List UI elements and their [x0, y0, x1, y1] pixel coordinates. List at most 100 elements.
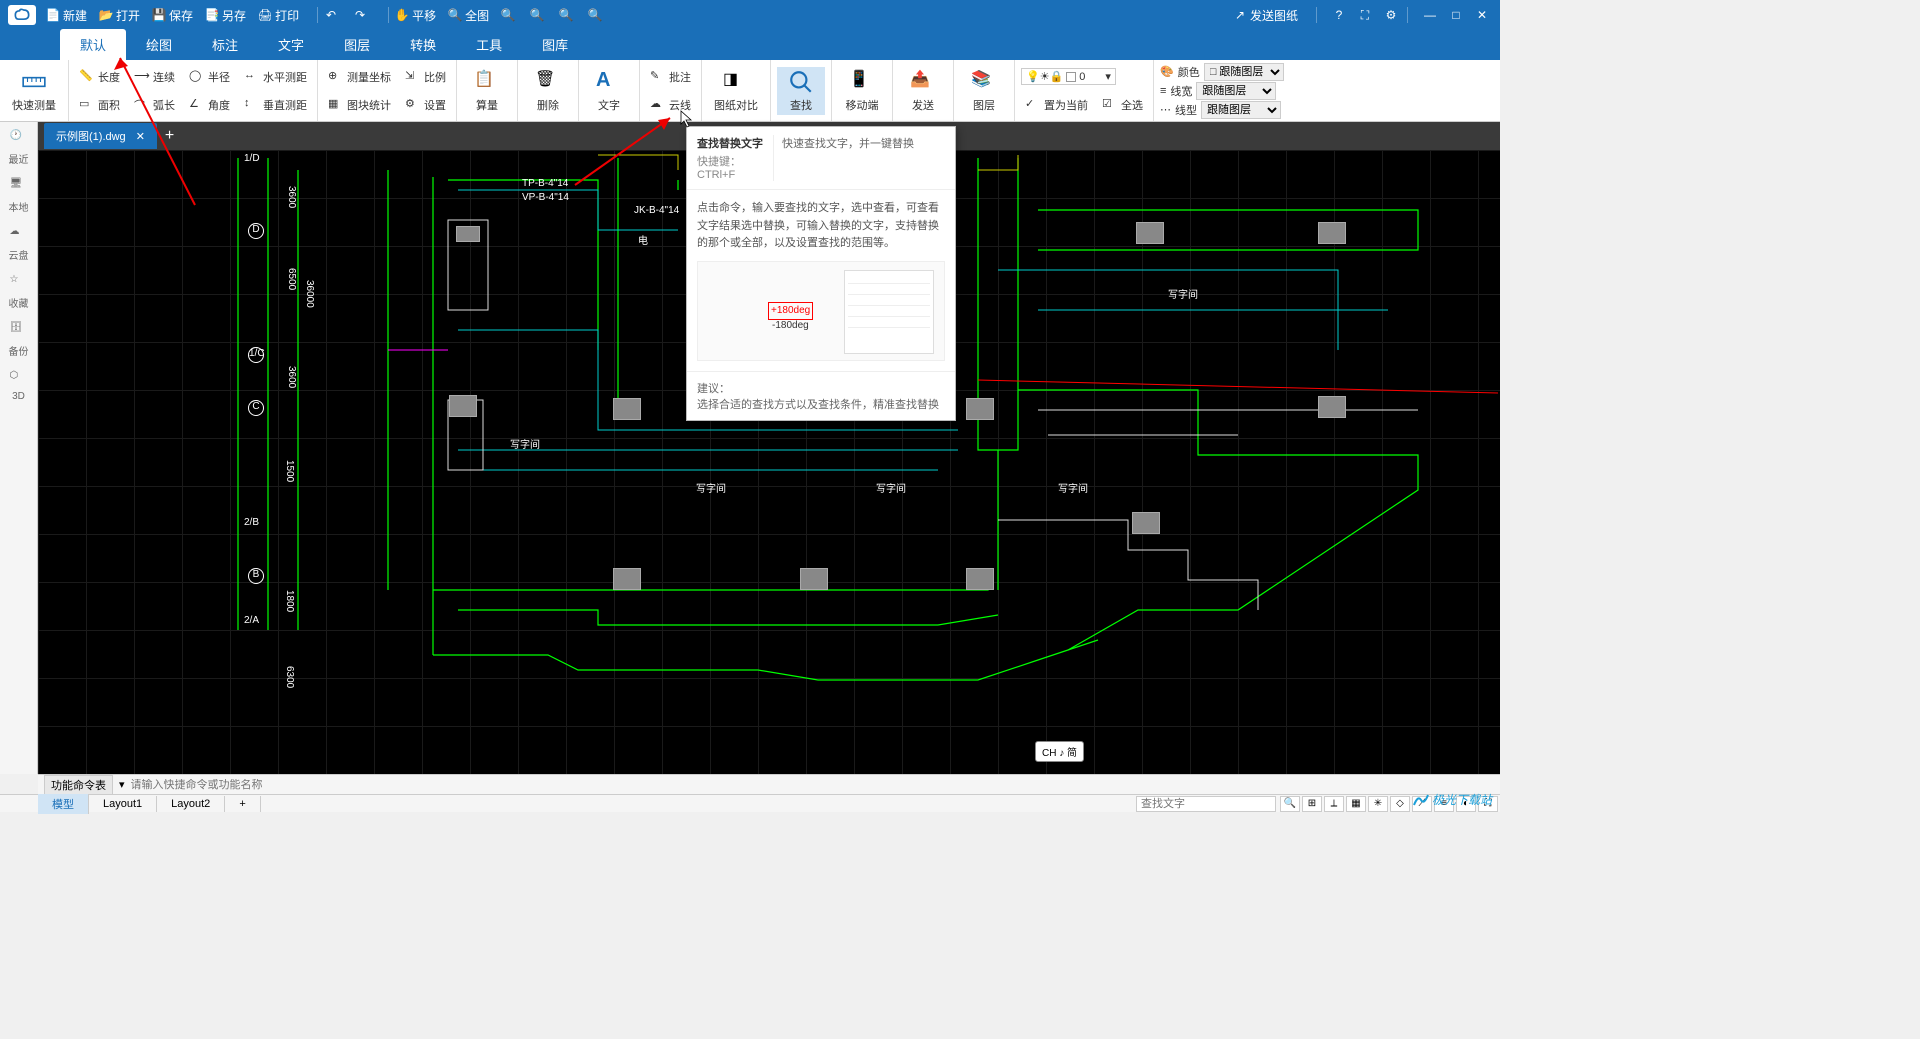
find-button[interactable]: 查找: [777, 67, 825, 115]
layout-tab-2[interactable]: Layout2: [157, 796, 225, 812]
send-drawing-button[interactable]: ↗发送图纸: [1233, 7, 1298, 24]
status-osnap-button[interactable]: ◇: [1390, 796, 1410, 812]
open-button[interactable]: 📂打开: [99, 7, 140, 24]
tooltip-preview: +180deg -180deg: [697, 261, 945, 361]
delete-button[interactable]: 🗑删除: [524, 67, 572, 115]
settings-button[interactable]: ⚙: [1381, 5, 1401, 25]
block-stat-button[interactable]: ▦图块统计: [324, 95, 395, 115]
sidebar-item-backup[interactable]: 🗄备份: [9, 322, 29, 358]
tab-library[interactable]: 图库: [522, 29, 588, 60]
title-bar: 📄新建 📂打开 💾保存 📑另存 🖨打印 ↶ ↷ ✋平移 🔍全图 🔍 🔍 🔍 🔍 …: [0, 0, 1500, 30]
block-icon: ▦: [328, 97, 344, 113]
zoom-out-button[interactable]: 🔍: [530, 8, 547, 22]
side-panel: 🕐最近 🖥本地 ☁云盘 ☆收藏 🗄备份 ⬡3D: [0, 122, 38, 774]
status-snap-button[interactable]: ⊞: [1302, 796, 1322, 812]
select-all-icon: ☑: [1102, 97, 1118, 113]
settings-button[interactable]: ⚙设置: [401, 95, 450, 115]
tab-tools[interactable]: 工具: [456, 29, 522, 60]
zoom-in-button[interactable]: 🔍: [501, 8, 518, 22]
minimize-button[interactable]: —: [1420, 5, 1440, 25]
saveas-button[interactable]: 📑另存: [205, 7, 246, 24]
sidebar-item-recent[interactable]: 🕐最近: [9, 130, 29, 166]
calc-button[interactable]: 📋算量: [463, 67, 511, 115]
mobile-icon: 📱: [849, 69, 875, 95]
column-box: [613, 568, 641, 590]
status-search-button[interactable]: 🔍: [1280, 796, 1300, 812]
set-current-button[interactable]: ✓置为当前: [1021, 95, 1092, 115]
sidebar-item-3d[interactable]: ⬡3D: [10, 370, 28, 402]
status-ortho-button[interactable]: ⟂: [1324, 796, 1344, 812]
tab-layer[interactable]: 图层: [324, 29, 390, 60]
ime-indicator[interactable]: CH ♪ 简: [1035, 741, 1084, 762]
scale-button[interactable]: ⇲比例: [401, 67, 450, 87]
room-label: 写字间: [696, 480, 726, 495]
layout-tab-1[interactable]: Layout1: [89, 796, 157, 812]
preview-deg2: -180deg: [772, 318, 809, 334]
vdist-button[interactable]: ↕垂直测距: [240, 95, 311, 115]
compare-icon: ◨: [723, 69, 749, 95]
status-search-input[interactable]: [1136, 796, 1276, 812]
lineweight-label: 线宽: [1170, 83, 1192, 99]
new-button[interactable]: 📄新建: [46, 7, 87, 24]
tab-text[interactable]: 文字: [258, 29, 324, 60]
ribbon: 快速测量 📏长度 ⟶连续 ◯半径 ↔水平测距 ▭面积 ⌒弧长 ∠角度 ↕垂直测距…: [0, 60, 1500, 122]
help-button[interactable]: ?: [1329, 5, 1349, 25]
text-button[interactable]: A文字: [585, 67, 633, 115]
zoom-window-button[interactable]: 🔍: [559, 8, 576, 22]
compare-button[interactable]: ◨图纸对比: [708, 67, 764, 115]
fullscreen-button[interactable]: ⛶: [1355, 5, 1375, 25]
cube-icon: ⬡: [10, 370, 28, 388]
zoom-reset-button[interactable]: 🔍: [588, 8, 605, 22]
gear-icon: ⚙: [405, 97, 421, 113]
label-jk: JK-B-4"14: [634, 205, 679, 216]
color-select[interactable]: □ 跟随图层: [1204, 63, 1284, 81]
send-button[interactable]: 📤发送: [899, 67, 947, 115]
tab-annotate[interactable]: 标注: [192, 29, 258, 60]
undo-icon: ↶: [324, 8, 338, 22]
bulb-icon: 💡: [1026, 70, 1040, 83]
tab-convert[interactable]: 转换: [390, 29, 456, 60]
close-button[interactable]: ✕: [1472, 5, 1492, 25]
redo-icon: ↷: [353, 8, 367, 22]
dim-label: 3600: [286, 366, 297, 388]
pan-button[interactable]: ✋平移: [395, 7, 436, 24]
mobile-button[interactable]: 📱移动端: [838, 67, 886, 115]
save-button[interactable]: 💾保存: [152, 7, 193, 24]
sidebar-item-local[interactable]: 🖥本地: [9, 178, 29, 214]
cloud-icon: ☁: [10, 226, 28, 244]
select-all-button[interactable]: ☑全选: [1098, 95, 1147, 115]
column-box: [1132, 512, 1160, 534]
layout-tab-model[interactable]: 模型: [38, 794, 89, 814]
status-bar: 模型 Layout1 Layout2 + 🔍 ⊞ ⟂ ▦ ✳ ◇ ⟋ ≡ ◐ ⛶: [0, 794, 1500, 812]
find-tooltip: 查找替换文字 快捷键：CTRl+F 快速查找文字，并一键替换 点击命令，输入要查…: [686, 126, 956, 421]
set-current-icon: ✓: [1025, 97, 1041, 113]
undo-button[interactable]: ↶: [324, 8, 341, 22]
minimize-icon: —: [1424, 8, 1436, 22]
status-grid-button[interactable]: ▦: [1346, 796, 1366, 812]
layer-state[interactable]: 💡☀🔒0▾: [1021, 68, 1116, 85]
annotation-arrow: [110, 50, 200, 215]
redo-button[interactable]: ↷: [353, 8, 370, 22]
annotate-button[interactable]: ✎批注: [646, 67, 695, 87]
layout-tab-add[interactable]: +: [225, 796, 260, 812]
command-input[interactable]: [131, 779, 431, 791]
sidebar-item-cloud[interactable]: ☁云盘: [9, 226, 29, 262]
lineweight-select[interactable]: 跟随图层: [1196, 82, 1276, 100]
coord-button[interactable]: ⊕测量坐标: [324, 67, 395, 87]
status-polar-button[interactable]: ✳: [1368, 796, 1388, 812]
layer-button[interactable]: 📚图层: [960, 67, 1008, 115]
app-logo: [8, 5, 36, 25]
sidebar-item-favorite[interactable]: ☆收藏: [9, 274, 29, 310]
maximize-button[interactable]: □: [1446, 5, 1466, 25]
quick-measure-button[interactable]: 快速测量: [6, 67, 62, 115]
print-button[interactable]: 🖨打印: [258, 7, 299, 24]
fullview-button[interactable]: 🔍全图: [448, 7, 489, 24]
hdist-button[interactable]: ↔水平测距: [240, 67, 311, 87]
grid-label-1c: 1/C: [248, 347, 264, 363]
linetype-select[interactable]: 跟随图层: [1201, 101, 1281, 119]
chevron-down-icon[interactable]: ▾: [119, 778, 125, 791]
tooltip-shortcut: CTRl+F: [697, 169, 735, 181]
column-box: [966, 398, 994, 420]
grid-label-2a: 2/A: [244, 615, 259, 626]
separator: [1316, 7, 1317, 23]
